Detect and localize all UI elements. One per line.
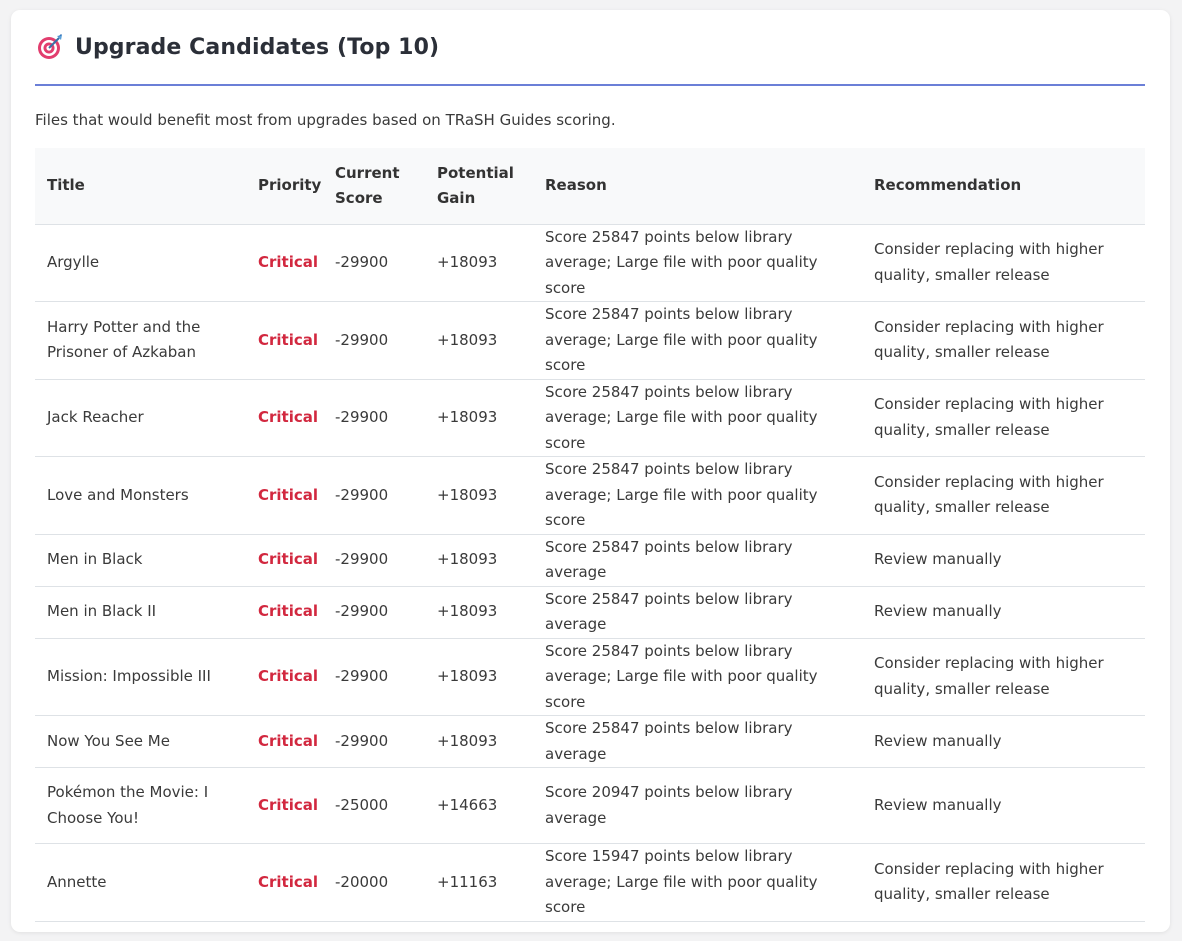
cell-potential-gain: +18093 xyxy=(425,534,533,587)
priority-badge: Critical xyxy=(246,534,323,587)
cell-title: Harry Potter and the Prisoner of Azkaban xyxy=(35,301,246,380)
cell-title: Argylle xyxy=(35,224,246,302)
cell-title: Men in Black II xyxy=(35,586,246,639)
cell-potential-gain: +11163 xyxy=(425,843,533,922)
cell-title: Love and Monsters xyxy=(35,456,246,535)
column-header-recommendation[interactable]: Recommendation xyxy=(862,148,1145,225)
cell-reason: Score 15947 points below library average… xyxy=(533,843,862,922)
cell-title: Mission: Impossible III xyxy=(35,638,246,716)
priority-badge: Critical xyxy=(246,456,323,535)
table-row: Mission: Impossible III Critical -29900 … xyxy=(35,638,1145,716)
cell-title: Now You See Me xyxy=(35,715,246,768)
cell-potential-gain: +14663 xyxy=(425,767,533,844)
table-row: Love and Monsters Critical -29900 +18093… xyxy=(35,456,1145,535)
cell-recommendation: Consider replacing with higher quality, … xyxy=(862,456,1145,535)
cell-title: Men in Black xyxy=(35,534,246,587)
cell-current-score: -29900 xyxy=(323,638,425,716)
priority-badge: Critical xyxy=(246,638,323,716)
cell-current-score: -29900 xyxy=(323,379,425,457)
cell-reason: Score 25847 points below library average… xyxy=(533,224,862,302)
panel-header: Upgrade Candidates (Top 10) xyxy=(35,10,1145,86)
cell-current-score: -20000 xyxy=(323,843,425,922)
priority-badge: Critical xyxy=(246,843,323,922)
column-header-title[interactable]: Title xyxy=(35,148,246,225)
cell-recommendation: Consider replacing with higher quality, … xyxy=(862,638,1145,716)
cell-reason: Score 25847 points below library average… xyxy=(533,638,862,716)
table-header-row: Title Priority Current Score Potential G… xyxy=(35,148,1145,225)
cell-potential-gain: +18093 xyxy=(425,379,533,457)
cell-potential-gain: +18093 xyxy=(425,638,533,716)
cell-potential-gain: +18093 xyxy=(425,456,533,535)
table-row: Jack Reacher Critical -29900 +18093 Scor… xyxy=(35,379,1145,457)
cell-potential-gain: +18093 xyxy=(425,224,533,302)
cell-reason: Score 25847 points below library average xyxy=(533,534,862,587)
table-row: Pokémon the Movie: I Choose You! Critica… xyxy=(35,767,1145,844)
priority-badge: Critical xyxy=(246,767,323,844)
cell-current-score: -29900 xyxy=(323,534,425,587)
table-row: Argylle Critical -29900 +18093 Score 258… xyxy=(35,224,1145,302)
cell-recommendation: Review manually xyxy=(862,715,1145,768)
cell-reason: Score 25847 points below library average… xyxy=(533,301,862,380)
cell-recommendation: Review manually xyxy=(862,534,1145,587)
cell-recommendation: Review manually xyxy=(862,767,1145,844)
panel-description: Files that would benefit most from upgra… xyxy=(35,111,616,129)
table-row: Men in Black II Critical -29900 +18093 S… xyxy=(35,586,1145,639)
upgrade-candidates-panel: Upgrade Candidates (Top 10) Files that w… xyxy=(11,10,1170,932)
priority-badge: Critical xyxy=(246,715,323,768)
cell-current-score: -29900 xyxy=(323,586,425,639)
column-header-reason[interactable]: Reason xyxy=(533,148,862,225)
cell-current-score: -25000 xyxy=(323,767,425,844)
table-row: Now You See Me Critical -29900 +18093 Sc… xyxy=(35,715,1145,768)
priority-badge: Critical xyxy=(246,586,323,639)
cell-recommendation: Consider replacing with higher quality, … xyxy=(862,843,1145,922)
cell-recommendation: Consider replacing with higher quality, … xyxy=(862,379,1145,457)
cell-current-score: -29900 xyxy=(323,224,425,302)
cell-recommendation: Consider replacing with higher quality, … xyxy=(862,224,1145,302)
cell-reason: Score 20947 points below library average xyxy=(533,767,862,844)
page-title: Upgrade Candidates (Top 10) xyxy=(75,34,440,60)
cell-reason: Score 25847 points below library average… xyxy=(533,456,862,535)
cell-current-score: -29900 xyxy=(323,456,425,535)
table-row: Harry Potter and the Prisoner of Azkaban… xyxy=(35,301,1145,380)
column-header-potential-gain[interactable]: Potential Gain xyxy=(425,148,533,225)
cell-recommendation: Consider replacing with higher quality, … xyxy=(862,301,1145,380)
cell-current-score: -29900 xyxy=(323,715,425,768)
priority-badge: Critical xyxy=(246,301,323,380)
priority-badge: Critical xyxy=(246,224,323,302)
column-header-current-score[interactable]: Current Score xyxy=(323,148,425,225)
cell-potential-gain: +18093 xyxy=(425,586,533,639)
cell-title: Jack Reacher xyxy=(35,379,246,457)
priority-badge: Critical xyxy=(246,379,323,457)
cell-reason: Score 25847 points below library average xyxy=(533,586,862,639)
cell-reason: Score 25847 points below library average… xyxy=(533,379,862,457)
cell-current-score: -29900 xyxy=(323,301,425,380)
cell-potential-gain: +18093 xyxy=(425,301,533,380)
cell-title: Annette xyxy=(35,843,246,922)
table-row: Men in Black Critical -29900 +18093 Scor… xyxy=(35,534,1145,587)
cell-recommendation: Review manually xyxy=(862,586,1145,639)
cell-reason: Score 25847 points below library average xyxy=(533,715,862,768)
column-header-priority[interactable]: Priority xyxy=(246,148,323,225)
target-icon xyxy=(37,34,63,60)
cell-potential-gain: +18093 xyxy=(425,715,533,768)
table-row: Annette Critical -20000 +11163 Score 159… xyxy=(35,843,1145,922)
cell-title: Pokémon the Movie: I Choose You! xyxy=(35,767,246,844)
upgrade-candidates-table: Title Priority Current Score Potential G… xyxy=(35,148,1145,922)
